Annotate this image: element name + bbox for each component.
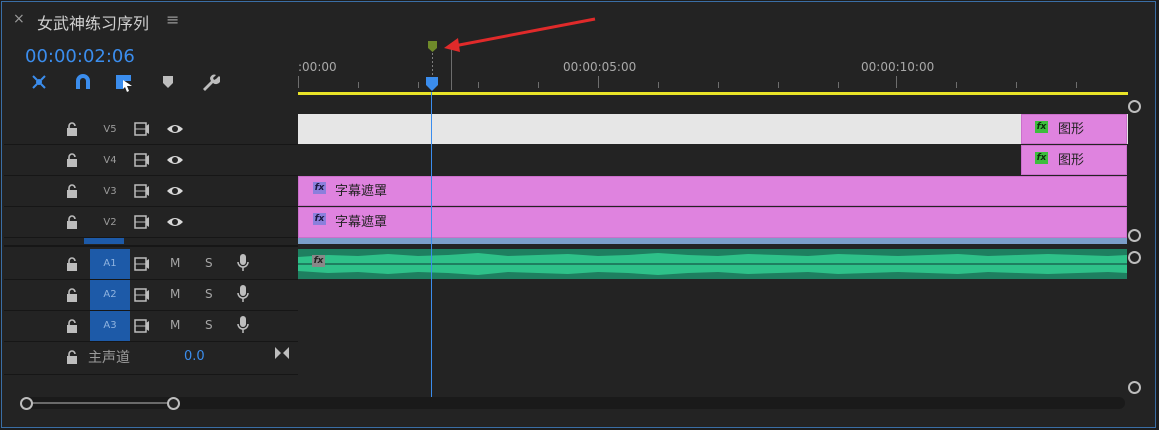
lock-icon[interactable] (66, 122, 78, 136)
v1-target-indicator[interactable] (84, 238, 124, 244)
ripple-tool-icon[interactable] (28, 71, 50, 93)
fx-badge-icon: fx (312, 255, 325, 267)
track-name[interactable]: A2 (90, 280, 130, 310)
lock-icon[interactable] (66, 215, 78, 229)
microphone-icon[interactable] (236, 253, 250, 273)
sync-lock-film-icon[interactable] (134, 152, 150, 168)
linked-selection-icon[interactable] (113, 71, 135, 93)
work-area-bar[interactable] (298, 92, 1128, 95)
track-header-a3[interactable]: A3 M S (4, 311, 298, 342)
horizontal-zoom-scrollbar[interactable] (20, 397, 1125, 409)
sync-lock-film-icon[interactable] (134, 256, 150, 272)
snap-magnet-icon[interactable] (72, 71, 94, 93)
playhead-line[interactable] (431, 92, 432, 397)
track-name[interactable]: V4 (90, 151, 130, 171)
lock-icon[interactable] (66, 184, 78, 198)
ruler-label: 00:00:10:00 (861, 60, 935, 74)
track-header-a1[interactable]: A1 M S (4, 249, 298, 280)
audio-clip-a1[interactable]: fx (298, 249, 1127, 279)
panel-menu-icon[interactable]: ≡ (166, 10, 179, 29)
sequence-marker-icon[interactable] (427, 40, 439, 80)
audio-waveform (298, 249, 1127, 279)
sync-lock-film-icon[interactable] (134, 121, 150, 137)
audio-scroll-bottom-handle[interactable] (1128, 381, 1141, 394)
track-name[interactable]: V2 (90, 213, 130, 233)
add-marker-icon[interactable] (157, 71, 179, 93)
track-name[interactable]: A3 (90, 311, 130, 341)
zoom-scrollbar-thumb[interactable] (26, 402, 174, 404)
solo-button[interactable]: S (205, 256, 213, 270)
fx-badge-icon: fx (1035, 152, 1048, 164)
solo-button[interactable]: S (205, 318, 213, 332)
track-header-a2[interactable]: A2 M S (4, 280, 298, 311)
clip-label: 图形 (1058, 153, 1085, 168)
track-name[interactable]: A1 (90, 249, 130, 279)
fx-badge-icon: fx (1035, 121, 1048, 133)
clip-label: 字幕遮罩 (335, 215, 388, 230)
microphone-icon[interactable] (236, 315, 250, 335)
track-header-v2[interactable]: V2 (4, 207, 298, 238)
clip-label: 图形 (1058, 122, 1085, 137)
wrench-settings-icon[interactable] (198, 71, 221, 93)
master-volume-value[interactable]: 0.0 (184, 349, 205, 364)
video-scroll-top-handle[interactable] (1128, 100, 1141, 113)
microphone-icon[interactable] (236, 284, 250, 304)
clip-subtitle-mask-v2[interactable]: fx 字幕遮罩 (298, 207, 1127, 238)
eye-icon[interactable] (166, 184, 184, 198)
eye-icon[interactable] (166, 215, 184, 229)
audio-scroll-top-handle[interactable] (1128, 251, 1141, 264)
clip-label: 字幕遮罩 (335, 184, 388, 199)
sync-lock-film-icon[interactable] (134, 214, 150, 230)
ruler-label: :00:00 (298, 60, 337, 74)
clip-subtitle-mask-v3[interactable]: fx 字幕遮罩 (298, 176, 1127, 206)
track-name[interactable]: V5 (90, 120, 130, 140)
ruler-label: 00:00:05:00 (563, 60, 637, 74)
mute-button[interactable]: M (170, 287, 180, 301)
playhead-timecode[interactable]: 00:00:02:06 (25, 46, 135, 67)
zoom-left-handle[interactable] (20, 397, 33, 410)
close-icon[interactable]: × (13, 11, 25, 27)
playhead-handle-icon[interactable] (425, 76, 439, 92)
fx-badge-icon: fx (313, 213, 326, 225)
eye-icon[interactable] (166, 153, 184, 167)
lock-icon[interactable] (66, 257, 78, 271)
track-name[interactable]: V3 (90, 182, 130, 202)
clip-v1-sliver[interactable] (298, 238, 1127, 244)
sync-lock-film-icon[interactable] (134, 287, 150, 303)
track-header-v3[interactable]: V3 (4, 176, 298, 207)
lock-icon[interactable] (66, 288, 78, 302)
go-to-in-out-icon[interactable] (274, 346, 290, 360)
master-track-name: 主声道 (88, 350, 130, 366)
mute-button[interactable]: M (170, 256, 180, 270)
lock-icon[interactable] (66, 319, 78, 333)
track-header-v4[interactable]: V4 (4, 145, 298, 176)
sync-lock-film-icon[interactable] (134, 183, 150, 199)
clip-graphic-v5[interactable]: fx 图形 (1021, 114, 1127, 144)
eye-icon[interactable] (166, 122, 184, 136)
mute-button[interactable]: M (170, 318, 180, 332)
zoom-right-handle[interactable] (167, 397, 180, 410)
lock-icon[interactable] (66, 153, 78, 167)
video-scroll-bottom-handle[interactable] (1128, 229, 1141, 242)
time-ruler[interactable]: :00:00 00:00:05:00 00:00:10:00 (298, 44, 1128, 94)
ruler-ticks (298, 76, 1077, 88)
solo-button[interactable]: S (205, 287, 213, 301)
fx-badge-icon: fx (313, 182, 326, 194)
track-header-v5[interactable]: V5 (4, 114, 298, 145)
video-audio-divider[interactable] (4, 245, 298, 247)
lock-icon[interactable] (66, 350, 78, 364)
sequence-title[interactable]: 女武神练习序列 (37, 10, 149, 34)
annotation-arrow-icon (444, 17, 596, 52)
clip-graphic-v4[interactable]: fx 图形 (1021, 145, 1127, 175)
track-header-master[interactable]: 主声道 0.0 (4, 342, 298, 375)
sync-lock-film-icon[interactable] (134, 318, 150, 334)
v5-background-area (298, 114, 1128, 144)
